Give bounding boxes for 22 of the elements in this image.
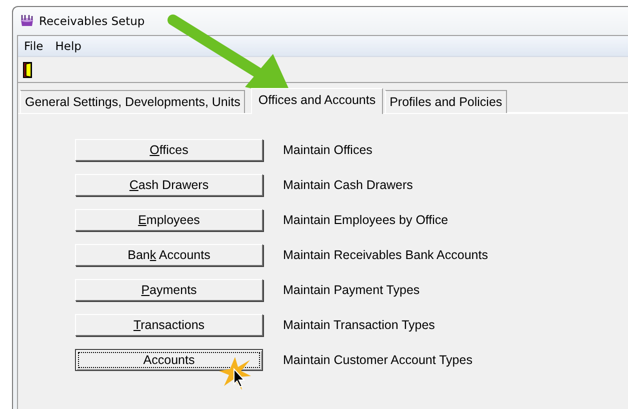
menu-item[interactable]: Help — [49, 39, 88, 53]
action-description: Maintain Cash Drawers — [283, 178, 414, 192]
action-button[interactable]: Cash Drawers — [75, 174, 263, 196]
tab[interactable]: General Settings, Developments, Units — [20, 90, 246, 113]
action-button[interactable]: Payments — [75, 279, 263, 301]
action-button[interactable]: Bank Accounts — [75, 244, 263, 266]
action-description: Maintain Payment Types — [283, 283, 421, 297]
menu-item[interactable]: File — [18, 39, 50, 53]
action-button[interactable]: Offices — [75, 139, 263, 161]
tab[interactable]: Profiles and Policies — [384, 90, 508, 113]
action-description: Maintain Offices — [283, 143, 374, 157]
action-description: Maintain Receivables Bank Accounts — [283, 248, 489, 262]
action-description: Maintain Customer Account Types — [283, 353, 474, 367]
window-title: Receivables Setup — [39, 14, 145, 28]
tab[interactable]: Offices and Accounts — [251, 88, 383, 114]
exit-door-icon[interactable] — [23, 62, 32, 78]
action-button[interactable]: Accounts — [75, 349, 263, 371]
app-icon — [19, 14, 35, 28]
action-button[interactable]: Employees — [75, 209, 263, 231]
action-description: Maintain Employees by Office — [283, 213, 450, 227]
action-button[interactable]: Transactions — [75, 314, 263, 336]
action-description: Maintain Transaction Types — [283, 318, 436, 332]
